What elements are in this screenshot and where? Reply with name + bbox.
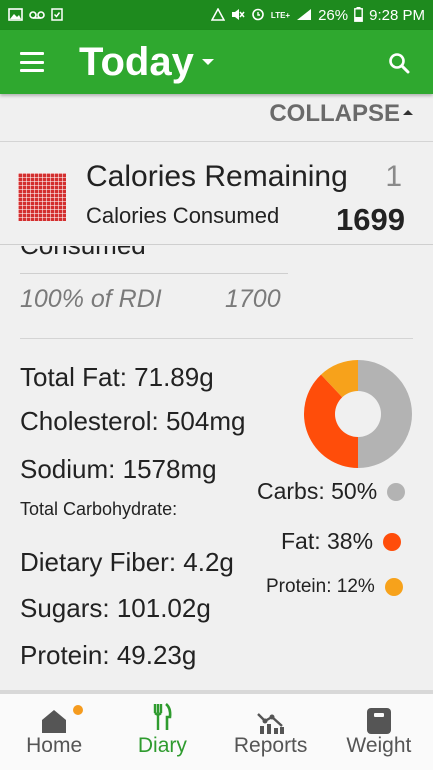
- consumed-partial-label: Consumed: [20, 246, 146, 261]
- signal-icon: [296, 8, 312, 23]
- fork-knife-icon: [154, 702, 172, 730]
- protein: Protein: 49.23g: [20, 640, 197, 670]
- legend-carbs: Carbs: 50%: [257, 478, 406, 505]
- network-type-label: LTE+: [270, 10, 291, 20]
- battery-icon: [354, 6, 364, 24]
- nav-reports-label: Reports: [233, 734, 308, 757]
- page-title[interactable]: Today: [79, 40, 194, 85]
- total-carbohydrate: Total Carbohydrate:: [20, 499, 178, 519]
- nav-weight-label: Weight: [346, 734, 412, 757]
- collapse-row: COLLAPSE: [0, 94, 433, 136]
- cholesterol: Cholesterol: 504mg: [20, 406, 246, 436]
- voicemail-icon: [29, 9, 45, 22]
- macro-donut-chart: [304, 360, 412, 468]
- app-bar: Today: [0, 30, 433, 94]
- clipboard-check-icon: [51, 7, 63, 23]
- consumed-partial-text: Consumed: [20, 246, 290, 264]
- alarm-icon: [251, 7, 265, 23]
- scale-icon: [366, 708, 391, 734]
- divider: [20, 273, 288, 274]
- chevron-up-icon: [403, 109, 413, 115]
- status-bar: LTE+ 26% 9:28 PM: [0, 0, 433, 30]
- bottom-navigation: Home Diary Reports Weight: [0, 694, 433, 770]
- fat-label: Fat: 38%: [281, 528, 374, 554]
- calories-remaining-label: Calories Remaining: [86, 160, 348, 193]
- nav-home[interactable]: Home: [0, 694, 108, 770]
- nav-diary-label: Diary: [137, 734, 187, 757]
- mute-icon: [231, 8, 245, 23]
- image-notification-icon: [8, 7, 23, 23]
- nav-home-label: Home: [26, 734, 83, 757]
- collapse-button[interactable]: COLLAPSE: [269, 100, 413, 128]
- legend-fat: Fat: 38%: [281, 528, 402, 555]
- battery-percent: 26%: [318, 6, 349, 24]
- search-icon[interactable]: [388, 52, 410, 74]
- chart-icon: [256, 713, 284, 734]
- nav-weight[interactable]: Weight: [325, 694, 433, 770]
- nav-reports[interactable]: Reports: [217, 694, 325, 770]
- carbs-label: Carbs: 50%: [257, 478, 378, 504]
- protein-label: Protein: 12%: [266, 576, 375, 597]
- home-icon: [42, 710, 67, 733]
- legend-protein: Protein: 12%: [266, 576, 403, 598]
- calories-consumed-value: 1699: [336, 202, 405, 237]
- wifi-calling-icon: [210, 6, 226, 23]
- date-dropdown-caret-icon[interactable]: [202, 59, 214, 65]
- notification-dot: [73, 705, 83, 715]
- protein-dot-icon: [384, 578, 403, 596]
- fat-dot-icon: [383, 532, 402, 551]
- dietary-fiber: Dietary Fiber: 4.2g: [20, 547, 234, 577]
- clock: 9:28 PM: [369, 6, 425, 24]
- menu-icon[interactable]: [20, 52, 44, 72]
- total-fat: Total Fat: 71.89g: [20, 362, 214, 392]
- calories-summary: Calories Remaining 1 Calories Consumed 1…: [0, 142, 433, 245]
- divider: [20, 338, 413, 339]
- calories-consumed-label: Calories Consumed: [86, 203, 280, 228]
- sugars: Sugars: 101.02g: [20, 593, 211, 623]
- rdi-label: 100% of RDI: [20, 285, 162, 313]
- calories-remaining-value: 1: [385, 160, 402, 193]
- collapse-label: COLLAPSE: [269, 100, 400, 127]
- calorie-grid-icon: [18, 173, 66, 221]
- donut-hole: [335, 391, 381, 437]
- nav-diary[interactable]: Diary: [108, 694, 216, 770]
- carbs-dot-icon: [387, 482, 406, 501]
- rdi-value: 1700: [225, 285, 281, 313]
- sodium: Sodium: 1578mg: [20, 454, 217, 484]
